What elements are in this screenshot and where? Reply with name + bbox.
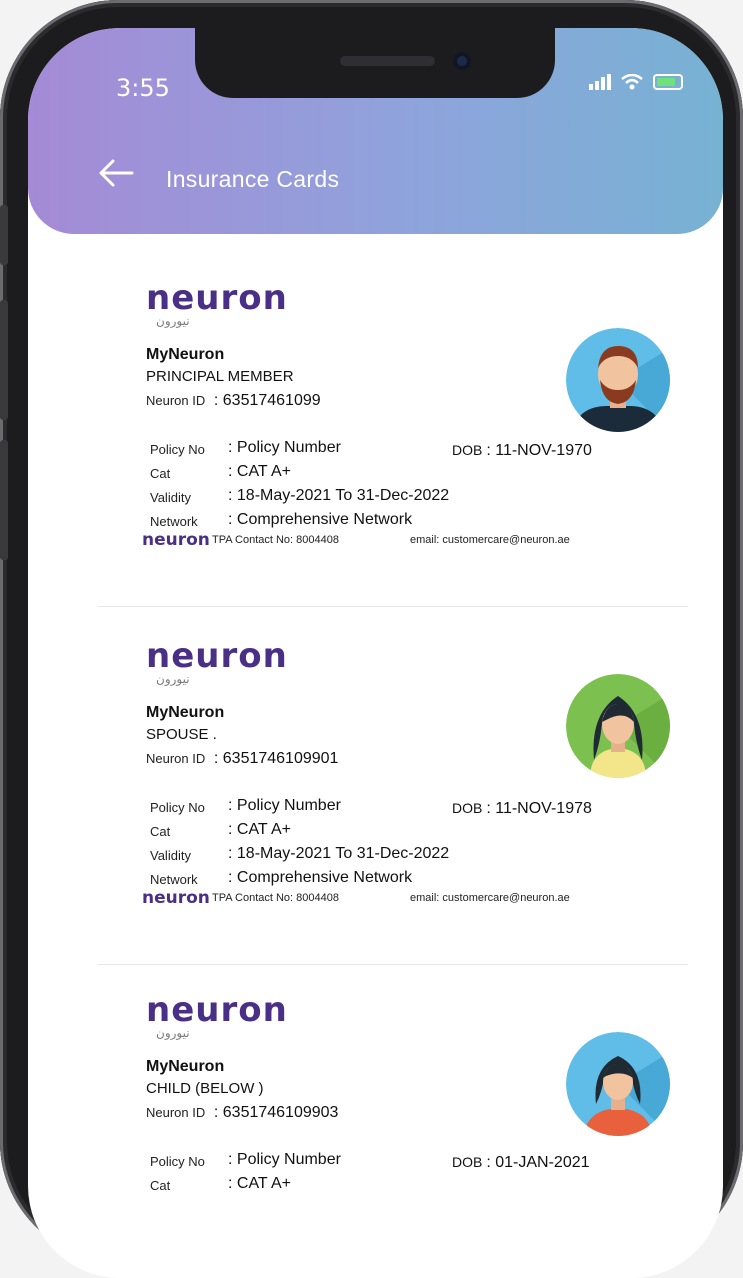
card-details: Policy No: Policy Number Cat: CAT A+: [150, 1151, 341, 1193]
neuron-mini-logo: neuron: [142, 530, 210, 550]
speaker: [340, 56, 435, 66]
company-name: MyNeuron: [146, 1058, 225, 1075]
status-icons: [589, 74, 683, 90]
insurance-card[interactable]: neuron نيورون MyNeuron PRINCIPAL MEMBER …: [136, 268, 676, 578]
side-button: [0, 440, 8, 560]
page-title: Insurance Cards: [166, 166, 340, 192]
company-name: MyNeuron: [146, 346, 225, 363]
card-footer: neuron TPA Contact No: 8004408 email: cu…: [142, 888, 672, 910]
dob: DOB: 11-NOV-1970: [452, 442, 592, 459]
battery-icon: [653, 74, 683, 90]
neuron-id-row: Neuron ID : 63517461099: [146, 392, 321, 409]
phone-notch: [195, 28, 555, 98]
tpa-contact: TPA Contact No: 8004408: [212, 892, 339, 904]
dob: DOB: 01-JAN-2021: [452, 1154, 590, 1171]
member-type: SPOUSE .: [146, 726, 217, 743]
back-arrow-icon[interactable]: [98, 158, 134, 194]
phone-frame: 3:55 Insurance Cards neuron نيورون MyNeu…: [0, 0, 743, 1278]
contact-email: email: customercare@neuron.ae: [410, 892, 570, 904]
card-details: Policy No: Policy Number Cat: CAT A+ Val…: [150, 797, 450, 887]
side-button: [0, 300, 8, 420]
man-avatar: [566, 328, 670, 432]
dob: DOB: 11-NOV-1978: [452, 800, 592, 817]
woman-avatar: [566, 674, 670, 778]
child-avatar: [566, 1032, 670, 1136]
wifi-icon: [621, 74, 643, 90]
neuron-mini-logo: neuron: [142, 888, 210, 908]
divider: [98, 606, 688, 607]
neuron-logo: neuron نيورون: [146, 636, 288, 686]
tpa-contact: TPA Contact No: 8004408: [212, 534, 339, 546]
neuron-id-row: Neuron ID : 6351746109901: [146, 750, 339, 767]
divider: [98, 964, 688, 965]
side-button: [0, 205, 8, 265]
camera: [453, 52, 471, 70]
member-type: PRINCIPAL MEMBER: [146, 368, 294, 385]
neuron-logo: neuron نيورون: [146, 990, 288, 1040]
member-type: CHILD (BELOW ): [146, 1080, 264, 1097]
status-time: 3:55: [116, 74, 170, 102]
insurance-card[interactable]: neuron نيورون MyNeuron CHILD (BELOW ) Ne…: [136, 980, 676, 1240]
screen: 3:55 Insurance Cards neuron نيورون MyNeu…: [28, 28, 723, 1278]
contact-email: email: customercare@neuron.ae: [410, 534, 570, 546]
signal-icon: [589, 74, 611, 90]
card-footer: neuron TPA Contact No: 8004408 email: cu…: [142, 530, 672, 552]
card-details: Policy No: Policy Number Cat: CAT A+ Val…: [150, 439, 450, 529]
neuron-logo: neuron نيورون: [146, 278, 288, 328]
company-name: MyNeuron: [146, 704, 225, 721]
insurance-card[interactable]: neuron نيورون MyNeuron SPOUSE . Neuron I…: [136, 626, 676, 946]
neuron-id-row: Neuron ID : 6351746109903: [146, 1104, 339, 1121]
